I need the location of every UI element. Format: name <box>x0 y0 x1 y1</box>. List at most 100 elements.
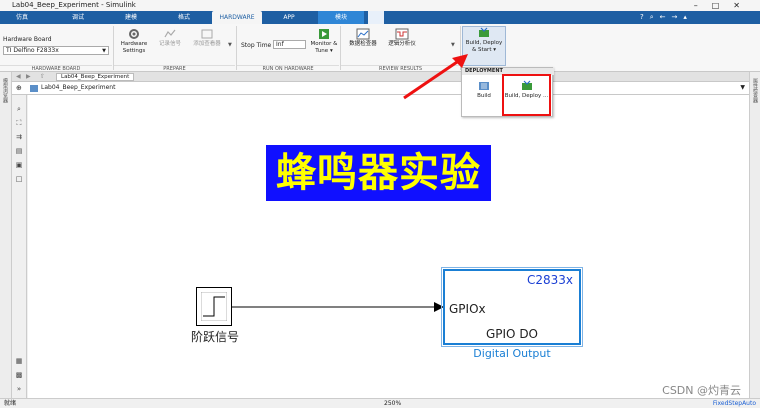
gear-icon <box>129 29 139 39</box>
logic-analyzer-icon <box>395 28 409 40</box>
help-icon[interactable]: ? <box>640 13 650 21</box>
forward-icon[interactable]: ▶ <box>26 73 31 80</box>
deployment-popup: DEPLOYMENT Build Build, Deploy ... <box>461 67 554 117</box>
logic-analyzer-button[interactable]: 逻辑分析仪 <box>384 28 420 48</box>
zoom-level: 250% <box>384 400 402 407</box>
hardware-settings-button[interactable]: Hardware Settings <box>116 28 152 55</box>
prepare-expand-icon[interactable]: ▼ <box>228 42 232 48</box>
status-text: 就绪 <box>4 400 17 407</box>
build-deploy-button[interactable]: Build, Deploy ... <box>502 74 551 116</box>
log-signals-icon <box>164 29 176 38</box>
model-canvas[interactable]: 蜂鸣器实验 阶跃信号 C2833x GPIOx GPIO DO Digital … <box>28 95 749 398</box>
build-deploy-label: Build, Deploy ... <box>504 93 549 99</box>
property-inspector-collapsed[interactable]: 属性检查器 <box>749 72 760 398</box>
chevron-down-icon: ▾ <box>329 48 333 54</box>
tab-hardware[interactable]: HARDWARE <box>212 11 262 24</box>
hide-browser-icon[interactable]: ⊕ <box>16 84 22 92</box>
divider <box>340 26 341 70</box>
expand-icon[interactable]: » <box>14 385 24 393</box>
search-icon[interactable]: ⌕ <box>650 13 660 21</box>
add-viewer-label: 添加查看器 <box>193 41 221 47</box>
build-deploy-icon <box>479 27 489 37</box>
tab-debug[interactable]: 调试 <box>62 11 94 24</box>
tab-simulation[interactable]: 仿真 <box>6 11 38 24</box>
quick-access-toolbar[interactable]: ?⌕←→▴ <box>640 13 750 22</box>
divider <box>113 26 114 70</box>
minimize-icon[interactable]: – <box>694 1 712 10</box>
tab-format[interactable]: 格式 <box>168 11 200 24</box>
close-icon[interactable]: ✕ <box>733 1 754 10</box>
collapse-icon[interactable]: ▴ <box>683 13 693 21</box>
step-block[interactable] <box>196 287 232 326</box>
breadcrumb-bar: ⊕ Lab04_Beep_Experiment ▼ <box>12 82 749 95</box>
tab-app[interactable]: APP <box>272 11 306 24</box>
gpio-caption[interactable]: Digital Output <box>443 347 581 360</box>
data-inspector-label: 数据检查器 <box>349 41 377 47</box>
build-deploy-icon <box>521 80 532 90</box>
model-browser-collapsed[interactable]: 模型浏览器 <box>0 72 12 398</box>
hardware-settings-label: Hardware Settings <box>120 41 148 54</box>
build-button[interactable]: Build <box>470 80 498 100</box>
status-bar: 就绪 250% FixedStepAuto <box>0 398 760 408</box>
gpio-do-block[interactable]: C2833x GPIOx GPIO DO <box>441 267 583 347</box>
maximize-icon[interactable]: □ <box>712 1 734 10</box>
editor-tab[interactable]: Lab04_Beep_Experiment <box>56 73 135 81</box>
logic-analyzer-label: 逻辑分析仪 <box>388 41 416 47</box>
stop-time-value: Inf <box>276 41 284 48</box>
title-banner[interactable]: 蜂鸣器实验 <box>266 145 491 201</box>
log-signals-label: 记录信号 <box>158 41 181 47</box>
property-inspector-icon[interactable]: 属性检查器 <box>752 78 759 103</box>
log-signals-button[interactable]: 记录信号 <box>154 28 186 48</box>
hardware-board-label: Hardware Board <box>3 36 52 43</box>
gpio-body-label: GPIO DO <box>485 327 539 341</box>
data-inspector-button[interactable]: 数据检查器 <box>346 28 380 48</box>
section-hardware-board: HARDWARE BOARD <box>0 65 112 72</box>
up-icon[interactable]: ⇧ <box>40 73 45 80</box>
model-browser-icon[interactable]: 模型浏览器 <box>2 78 9 103</box>
editor-tab-bar: ◀ ▶ ⇧ Lab04_Beep_Experiment <box>12 72 749 82</box>
tab-modeling[interactable]: 建模 <box>115 11 147 24</box>
hardware-board-value: TI Delfino F2833x <box>6 47 59 54</box>
image-icon[interactable]: ▤ <box>14 147 24 155</box>
build-label: Build <box>477 93 491 99</box>
solver-indicator[interactable]: FixedStepAuto <box>713 399 756 408</box>
tab-overflow[interactable] <box>368 11 384 24</box>
back-icon[interactable]: ◀ <box>16 73 21 80</box>
area-icon[interactable]: □ <box>14 175 24 183</box>
gpio-port-label: GPIOx <box>449 302 486 316</box>
window-title: Lab04_Beep_Experiment - Simulink <box>12 1 136 9</box>
monitor-tune-button[interactable]: Monitor & Tune ▾ <box>309 28 339 55</box>
chevron-down-icon: ▾ <box>493 47 496 53</box>
review-expand-icon[interactable]: ▼ <box>451 42 455 48</box>
chevron-down-icon: ▼ <box>102 48 106 54</box>
ribbon-tab-bar: 仿真 调试 建模 格式 HARDWARE APP 模块 ?⌕←→▴ <box>0 11 760 24</box>
window-title-bar: Lab04_Beep_Experiment - Simulink <box>0 0 760 11</box>
arrow-icon[interactable]: ⇉ <box>14 133 24 141</box>
data-inspector-icon <box>356 28 370 40</box>
divider <box>236 26 237 70</box>
hardware-board-select[interactable]: TI Delfino F2833x ▼ <box>3 46 109 55</box>
section-run-on-hardware: RUN ON HARDWARE <box>237 65 339 72</box>
forward-icon[interactable]: → <box>672 13 684 21</box>
section-prepare: PREPARE <box>114 65 235 72</box>
window-controls[interactable]: –□✕ <box>694 0 754 11</box>
fit-view-icon[interactable]: ⛶ <box>14 119 24 127</box>
stop-time-label: Stop Time <box>241 42 272 49</box>
hierarchy-icon[interactable]: ▩ <box>14 371 24 379</box>
zoom-icon[interactable]: ⌕ <box>14 105 24 113</box>
watermark: CSDN @灼青云 <box>662 384 741 397</box>
editor-tab-label: Lab04_Beep_Experiment <box>61 74 130 80</box>
stop-time-input[interactable]: Inf <box>273 40 306 49</box>
signal-line[interactable] <box>232 300 444 314</box>
add-viewer-button[interactable]: 添加查看器 <box>188 28 226 48</box>
chevron-down-icon[interactable]: ▼ <box>740 84 745 91</box>
tab-block[interactable]: 模块 <box>318 11 364 24</box>
play-icon <box>319 29 329 39</box>
breadcrumb[interactable]: Lab04_Beep_Experiment <box>41 84 115 91</box>
step-icon <box>201 292 227 321</box>
back-icon[interactable]: ← <box>660 13 672 21</box>
model-data-icon[interactable]: ▦ <box>14 357 24 365</box>
viewer-icon <box>201 29 213 39</box>
annotation-icon[interactable]: ▣ <box>14 161 24 169</box>
step-block-label[interactable]: 阶跃信号 <box>180 328 250 345</box>
